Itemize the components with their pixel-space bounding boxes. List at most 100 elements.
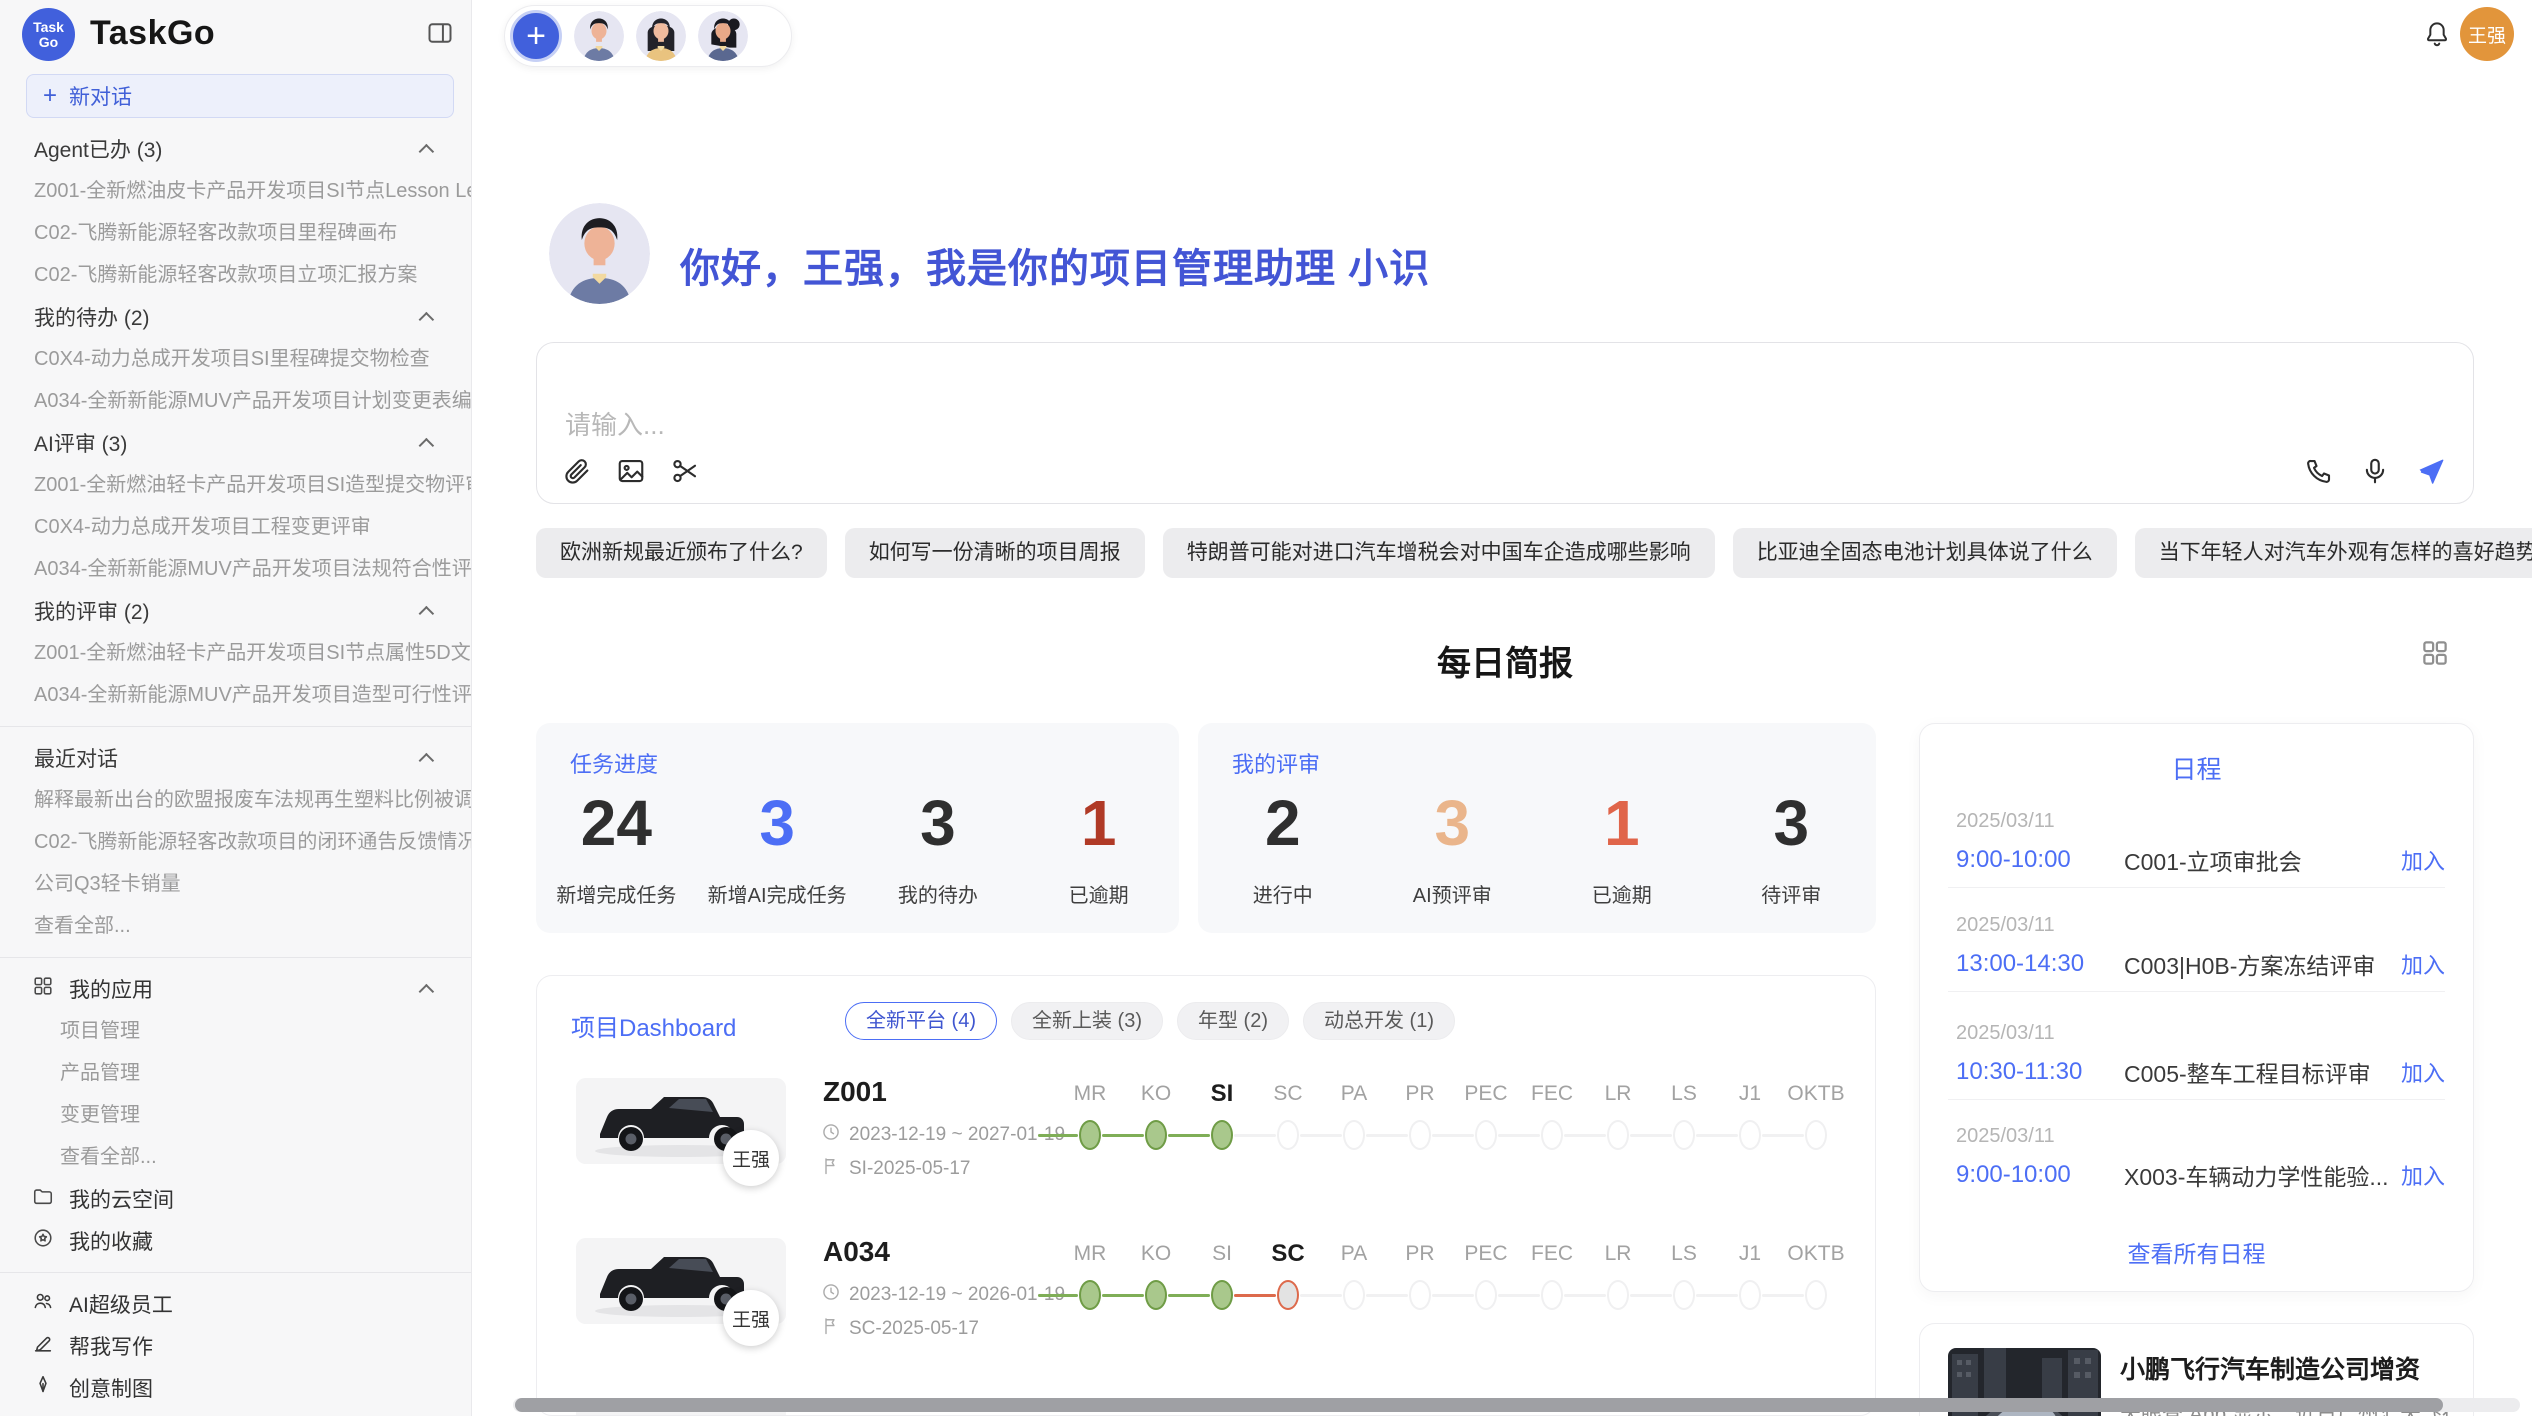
schedule-divider xyxy=(1948,991,2445,992)
add-agent-button[interactable]: + xyxy=(510,10,562,62)
event-join-link[interactable]: 加入 xyxy=(2401,1159,2445,1191)
milestone-node: SI xyxy=(1189,1236,1255,1310)
milestone-connector xyxy=(1696,1134,1738,1137)
send-icon[interactable] xyxy=(2415,455,2447,487)
my-review-title: 我的评审 xyxy=(1232,747,1320,779)
sidebar-item[interactable]: C02-飞腾新能源轻客改款项目里程碑画布 xyxy=(0,212,472,254)
milestone-connector xyxy=(1498,1294,1540,1297)
recent-chat-item[interactable]: 公司Q3轻卡销量 xyxy=(0,863,472,905)
sidebar-item[interactable]: C02-飞腾新能源轻客改款项目立项汇报方案 xyxy=(0,254,472,296)
event-join-link[interactable]: 加入 xyxy=(2401,948,2445,980)
phone-icon[interactable] xyxy=(2303,455,2335,487)
scissors-icon[interactable] xyxy=(669,455,701,487)
milestone-dot xyxy=(1409,1120,1431,1150)
new-chat-button[interactable]: + 新对话 xyxy=(26,74,454,118)
recent-chat-item[interactable]: C02-飞腾新能源轻客改款项目的闭环通告反馈情况 xyxy=(0,821,472,863)
milestone-connector xyxy=(1366,1294,1408,1297)
app-window: Task Go TaskGo + 新对话 Agent已办 (3)Z001-全新燃… xyxy=(0,0,2532,1416)
schedule-event: 2025/03/119:00-10:00X003-车辆动力学性能验...加入 xyxy=(1956,1125,2445,1192)
favorites-label: 我的收藏 xyxy=(69,1226,472,1256)
recent-chat-item[interactable]: 解释最新出台的欧盟报废车法规再生塑料比例被调至15%... xyxy=(0,779,472,821)
greeting-text: 你好，王强，我是你的项目管理助理 小识 xyxy=(680,236,1430,294)
project-code[interactable]: A034 xyxy=(823,1236,890,1268)
sidebar-section-header[interactable]: 我的待办 (2) xyxy=(0,296,472,338)
sidebar-item-my-apps[interactable]: 我的应用 xyxy=(0,968,472,1010)
milestone-label: KO xyxy=(1123,1236,1189,1272)
milestone-connector xyxy=(1762,1294,1804,1297)
sidebar-item-creative-drawing[interactable]: 创意制图 xyxy=(0,1367,472,1409)
event-join-link[interactable]: 加入 xyxy=(2401,844,2445,876)
dashboard-filter-tab[interactable]: 年型 (2) xyxy=(1177,1002,1289,1040)
sidebar-item-favorites[interactable]: 我的收藏 xyxy=(0,1220,472,1262)
milestone-node: KO xyxy=(1123,1076,1189,1150)
sidebar-item[interactable]: Z001-全新燃油轻卡产品开发项目SI造型提交物评审 xyxy=(0,464,472,506)
sidebar-item[interactable]: C0X4-动力总成开发项目工程变更评审 xyxy=(0,506,472,548)
project-code[interactable]: Z001 xyxy=(823,1076,887,1108)
milestone-node: LR xyxy=(1585,1236,1651,1310)
milestone-node: J1 xyxy=(1717,1236,1783,1310)
project-flag-milestone: SC-2025-05-17 xyxy=(821,1316,979,1342)
sidebar-item-cloud-space[interactable]: 我的云空间 xyxy=(0,1178,472,1220)
agent-avatar-1[interactable] xyxy=(574,11,624,61)
agent-avatar-2[interactable] xyxy=(636,11,686,61)
view-all-schedule-link[interactable]: 查看所有日程 xyxy=(1920,1235,2473,1269)
suggestion-chip[interactable]: 比亚迪全固态电池计划具体说了什么 xyxy=(1733,528,2117,578)
milestone-label: MR xyxy=(1057,1236,1123,1272)
chat-input[interactable] xyxy=(537,343,2473,503)
app-sub-item[interactable]: 查看全部... xyxy=(0,1136,472,1178)
milestone-node: FEC xyxy=(1519,1236,1585,1310)
sidebar-item-help-me-write[interactable]: 帮我写作 xyxy=(0,1325,472,1367)
sidebar-section-header[interactable]: Agent已办 (3) xyxy=(0,128,472,170)
agent-avatar-3[interactable] xyxy=(698,11,748,61)
suggestion-chip[interactable]: 当下年轻人对汽车外观有怎样的喜好趋势 xyxy=(2135,528,2532,578)
sidebar-section-header[interactable]: 我的评审 (2) xyxy=(0,590,472,632)
attachment-icon[interactable] xyxy=(561,455,593,487)
sidebar-collapse-icon[interactable] xyxy=(424,18,456,48)
dashboard-filter-tab[interactable]: 动总开发 (1) xyxy=(1303,1002,1455,1040)
event-join-link[interactable]: 加入 xyxy=(2401,1056,2445,1088)
dashboard-filter-tab[interactable]: 全新平台 (4) xyxy=(845,1002,997,1040)
sidebar-item[interactable]: C0X4-动力总成开发项目SI里程碑提交物检查 xyxy=(0,338,472,380)
notification-bell-icon[interactable] xyxy=(2421,18,2455,52)
suggestion-chip[interactable]: 欧洲新规最近颁布了什么? xyxy=(536,528,827,578)
dashboard-filter-tab[interactable]: 全新上装 (3) xyxy=(1011,1002,1163,1040)
horizontal-scrollbar-thumb[interactable] xyxy=(515,1398,2443,1412)
milestone-label: J1 xyxy=(1717,1076,1783,1112)
app-sub-item[interactable]: 产品管理 xyxy=(0,1052,472,1094)
user-avatar[interactable]: 王强 xyxy=(2460,7,2514,61)
sidebar-item[interactable]: Z001-全新燃油皮卡产品开发项目SI节点Lesson Learn报告 xyxy=(0,170,472,212)
app-sub-item[interactable]: 项目管理 xyxy=(0,1010,472,1052)
stat-value: 1 xyxy=(1018,791,1179,855)
flag-icon xyxy=(821,1156,841,1182)
suggestion-chip[interactable]: 特朗普可能对进口汽车增税会对中国车企造成哪些影响 xyxy=(1163,528,1715,578)
event-date: 2025/03/11 xyxy=(1956,1125,2445,1148)
milestone-label: SI xyxy=(1189,1236,1255,1272)
input-tools xyxy=(561,455,701,487)
event-name: C001-立项审批会 xyxy=(2124,843,2401,877)
recent-chat-item[interactable]: 查看全部... xyxy=(0,905,472,947)
image-icon[interactable] xyxy=(615,455,647,487)
milestone-dot xyxy=(1409,1280,1431,1310)
milestone-node: LR xyxy=(1585,1076,1651,1150)
suggestion-chip[interactable]: 如何写一份清晰的项目周报 xyxy=(845,528,1145,578)
tool-label: 创意制图 xyxy=(69,1373,472,1403)
milestone-label: OKTB xyxy=(1783,1236,1849,1272)
input-actions xyxy=(2303,455,2447,487)
milestone-dot xyxy=(1079,1280,1101,1310)
event-time: 13:00-14:30 xyxy=(1956,950,2124,978)
sidebar-item[interactable]: A034-全新新能源MUV产品开发项目法规符合性评审 xyxy=(0,548,472,590)
sidebar-item[interactable]: A034-全新新能源MUV产品开发项目造型可行性评审 xyxy=(0,674,472,716)
event-time: 10:30-11:30 xyxy=(1956,1058,2124,1086)
sidebar-item[interactable]: Z001-全新燃油轻卡产品开发项目SI节点属性5D文件评审 xyxy=(0,632,472,674)
project-dates: 2023-12-19 ~ 2027-01-19 xyxy=(821,1122,1065,1148)
sidebar-section-header-recent[interactable]: 最近对话 xyxy=(0,737,472,779)
microphone-icon[interactable] xyxy=(2359,455,2391,487)
sidebar-item[interactable]: A034-全新新能源MUV产品开发项目计划变更表编写 xyxy=(0,380,472,422)
task-progress-stats: 24新增完成任务3新增AI完成任务3我的待办1已逾期 xyxy=(536,791,1179,908)
sidebar-section-header[interactable]: AI评审 (3) xyxy=(0,422,472,464)
horizontal-scrollbar-track[interactable] xyxy=(513,1398,2520,1412)
app-sub-item[interactable]: 变更管理 xyxy=(0,1094,472,1136)
user-avatar-label: 王强 xyxy=(2468,21,2506,48)
grid-view-icon[interactable] xyxy=(2420,638,2452,670)
sidebar-item-ai-super-staff[interactable]: AI超级员工 xyxy=(0,1283,472,1325)
